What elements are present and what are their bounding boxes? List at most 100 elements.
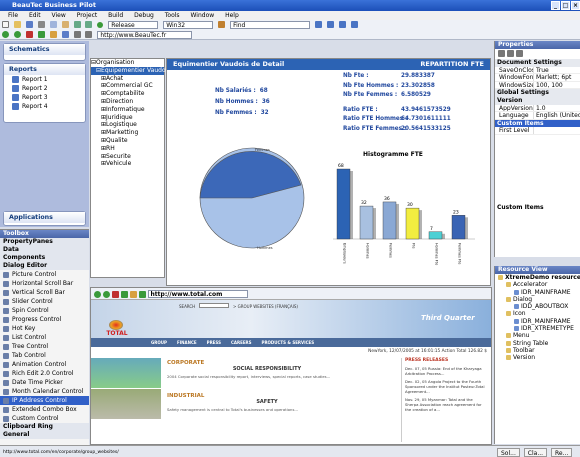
toolbox-item[interactable]: Animation Control — [0, 360, 89, 369]
toolbox-item[interactable]: Slider Control — [0, 297, 89, 306]
toolbox-item[interactable]: Picture Control — [0, 270, 89, 279]
resource-item[interactable]: Icon — [495, 310, 580, 317]
menu-debug[interactable]: Debug — [134, 12, 154, 19]
applications-group[interactable]: Applications — [3, 211, 86, 226]
forward-icon[interactable] — [102, 290, 110, 298]
resource-item[interactable]: IDR_MAINFRAME — [495, 318, 580, 325]
site-nav-item[interactable]: FINANCE — [177, 340, 197, 345]
press-item[interactable]: Dec. 02, 05 Angola Project to the Fourth… — [405, 379, 487, 394]
toolbox-item[interactable]: Vertical Scroll Bar — [0, 288, 89, 297]
menu-window[interactable]: Window — [190, 12, 214, 19]
cut-icon[interactable] — [37, 21, 45, 28]
config-combo[interactable]: Release — [108, 20, 159, 29]
maximize-button[interactable]: □ — [561, 1, 570, 10]
resource-item[interactable]: Toolbar — [495, 347, 580, 354]
tree-item[interactable]: ⊞Informatique — [91, 106, 164, 114]
address-combo[interactable]: http://www.BeauTec.fr — [97, 30, 193, 39]
resource-item[interactable]: IDR_XTREMETYPE — [495, 325, 580, 332]
home-icon[interactable] — [49, 31, 57, 38]
report-item-2[interactable]: Report 2 — [4, 84, 85, 93]
back-icon[interactable] — [2, 31, 9, 38]
toolbox-item[interactable]: Date Time Picker — [0, 378, 89, 387]
toolbox-section[interactable]: PropertyPanes — [0, 238, 89, 246]
toolbox-item[interactable]: List Control — [0, 333, 89, 342]
find-combo[interactable]: Find — [230, 20, 311, 29]
tree-item[interactable]: ⊞Comptabilite — [91, 90, 164, 98]
toolbar-icon-a[interactable] — [314, 21, 322, 28]
new-file-icon[interactable] — [2, 21, 9, 28]
close-button[interactable]: × — [571, 1, 580, 10]
browser-address[interactable]: http://www.total.com — [147, 290, 248, 298]
site-nav-item[interactable]: GROUP — [151, 340, 167, 345]
menu-edit[interactable]: Edit — [29, 12, 41, 19]
property-pages-icon[interactable] — [515, 50, 523, 57]
minimize-button[interactable]: _ — [551, 1, 560, 10]
menu-project[interactable]: Project — [77, 12, 98, 19]
toolbox-item[interactable]: Progress Control — [0, 315, 89, 324]
reports-header[interactable]: Reports — [4, 64, 85, 75]
font-increase-icon[interactable] — [85, 31, 93, 38]
property-value[interactable]: English (United St — [533, 112, 580, 119]
copy-icon[interactable] — [49, 21, 57, 28]
tree-item[interactable]: ⊞RH — [91, 145, 164, 153]
stop-icon[interactable] — [111, 290, 119, 298]
save-icon[interactable] — [25, 21, 33, 28]
open-folder-icon[interactable] — [13, 21, 21, 28]
property-value[interactable]: 100, 100 — [533, 81, 580, 89]
toolbox-item[interactable]: IP Address Control — [0, 396, 89, 405]
menu-build[interactable]: Build — [108, 12, 123, 19]
press-item[interactable]: Nov. 29, 05 Myanmar: Total and the Sherp… — [405, 397, 487, 412]
property-row[interactable]: WindowSize 100, 100 — [495, 81, 580, 90]
property-value[interactable]: 1.0 — [533, 104, 580, 112]
run-icon[interactable] — [97, 21, 104, 28]
toolbar-icon-d[interactable] — [350, 21, 358, 28]
menu-view[interactable]: View — [52, 12, 66, 19]
toolbox-item[interactable]: Horizontal Scroll Bar — [0, 279, 89, 288]
font-decrease-icon[interactable] — [73, 31, 81, 38]
resource-item[interactable]: Accelerator — [495, 281, 580, 288]
property-row[interactable]: WindowFont Marlett; 6pt — [495, 74, 580, 82]
group-websites-link[interactable]: > GROUP WEBSITES (FRANÇAIS) — [233, 304, 298, 309]
menu-help[interactable]: Help — [225, 12, 239, 19]
categorized-icon[interactable] — [498, 50, 505, 57]
forward-icon[interactable] — [13, 31, 21, 38]
tree-item[interactable]: ⊞Logistique — [91, 121, 164, 129]
press-item[interactable]: Dec. 07, 05 Russia: End of the Kharyaga … — [405, 366, 487, 376]
back-icon[interactable] — [94, 290, 101, 298]
toolbox-item[interactable]: Rich Edit 2.0 Control — [0, 369, 89, 378]
tree-item[interactable]: ⊞Securite — [91, 153, 164, 161]
toolbox-section[interactable]: General — [0, 431, 89, 439]
toolbox-item[interactable]: Month Calendar Control — [0, 387, 89, 396]
menu-file[interactable]: File — [8, 12, 18, 19]
toolbox-item[interactable]: Tree Control — [0, 342, 89, 351]
redo-icon[interactable] — [85, 21, 93, 28]
property-category[interactable]: Document Settings — [495, 59, 580, 67]
toolbox-item[interactable]: Extended Combo Box — [0, 405, 89, 414]
property-category[interactable]: Version — [495, 96, 580, 105]
schematics-header[interactable]: Schematics — [4, 44, 85, 55]
tree-item[interactable]: ⊞Achat — [91, 75, 164, 83]
resource-item[interactable]: IDR_MAINFRAME — [495, 289, 580, 296]
property-row[interactable]: First Level — [495, 127, 580, 135]
platform-combo[interactable]: Win32 — [163, 20, 214, 29]
search-icon[interactable] — [61, 31, 69, 38]
toolbox-section[interactable]: Components — [0, 254, 89, 262]
refresh-icon[interactable] — [37, 31, 45, 38]
property-category[interactable]: Global Settings — [495, 89, 580, 97]
tree-item[interactable]: ⊞Juridique — [91, 114, 164, 122]
total-logo[interactable]: TOTAL — [95, 320, 139, 337]
site-nav-item[interactable]: CAREERS — [231, 340, 252, 345]
tree-root[interactable]: ⊟Organisation — [91, 59, 164, 67]
resource-item[interactable]: IDD_ABOUTBOX — [495, 303, 580, 310]
resource-item[interactable]: Menu — [495, 332, 580, 339]
toolbar-icon-c[interactable] — [338, 21, 346, 28]
site-search-input[interactable] — [199, 303, 229, 308]
promo-1[interactable]: CORPORATE SOCIAL RESPONSIBILITY 2004 Cor… — [167, 360, 367, 379]
property-value[interactable]: True — [533, 66, 580, 74]
task-button[interactable]: Cla... — [523, 448, 548, 457]
toolbox-section[interactable]: Clipboard Ring — [0, 423, 89, 431]
tree-item[interactable]: ⊞Qualite — [91, 137, 164, 145]
task-button[interactable]: Re... — [550, 448, 573, 457]
property-row[interactable]: AppVersion 1.0 — [495, 104, 580, 113]
toolbox-item[interactable]: Hot Key — [0, 324, 89, 333]
